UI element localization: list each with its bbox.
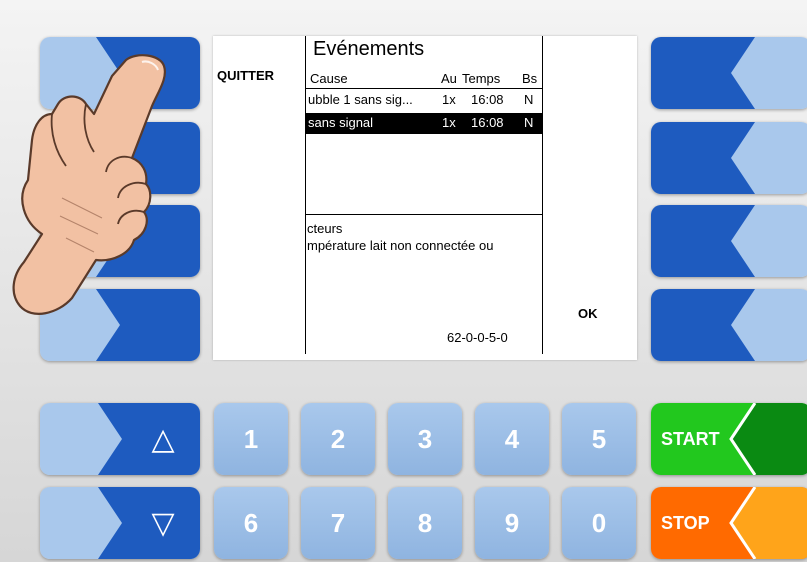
row-time: 16:08 bbox=[471, 115, 504, 130]
detail-separator bbox=[305, 214, 543, 215]
digit-key-2[interactable]: 2 bbox=[301, 403, 375, 475]
quit-softkey-label[interactable]: QUITTER bbox=[217, 68, 274, 83]
column-header-cause: Cause bbox=[310, 71, 348, 86]
table-row[interactable]: ubble 1 sans sig... 1x 16:08 N bbox=[306, 91, 542, 110]
row-time: 16:08 bbox=[471, 92, 504, 107]
stop-button[interactable]: STOP bbox=[651, 487, 807, 559]
row-cause: sans signal bbox=[308, 115, 374, 130]
right-softkey-4[interactable] bbox=[651, 289, 807, 361]
column-header-bs: Bs bbox=[522, 71, 538, 86]
row-cause: ubble 1 sans sig... bbox=[308, 92, 413, 107]
digit-key-5[interactable]: 5 bbox=[562, 403, 636, 475]
row-bs: N bbox=[524, 92, 534, 107]
stop-label: STOP bbox=[661, 512, 710, 533]
right-divider bbox=[542, 36, 543, 354]
right-softkey-3[interactable] bbox=[651, 205, 807, 277]
right-softkey-1[interactable] bbox=[651, 37, 807, 109]
right-softkey-2[interactable] bbox=[651, 122, 807, 194]
down-triangle-icon: ▽ bbox=[151, 506, 175, 540]
row-count: 1x bbox=[442, 115, 456, 130]
digit-key-9[interactable]: 9 bbox=[475, 487, 549, 559]
detail-line-2: mpérature lait non connectée ou bbox=[307, 238, 494, 253]
up-triangle-icon: △ bbox=[151, 422, 175, 456]
digit-key-7[interactable]: 7 bbox=[301, 487, 375, 559]
down-arrow-key[interactable]: ▽ bbox=[40, 487, 200, 559]
digit-key-8[interactable]: 8 bbox=[388, 487, 462, 559]
digit-key-0[interactable]: 0 bbox=[562, 487, 636, 559]
digit-key-6[interactable]: 6 bbox=[214, 487, 288, 559]
pointing-hand-icon bbox=[12, 54, 166, 315]
ok-softkey-label[interactable]: OK bbox=[578, 306, 598, 321]
page-title: Evénements bbox=[313, 38, 425, 60]
event-code: 62-0-0-5-0 bbox=[447, 330, 508, 345]
start-label: START bbox=[661, 428, 720, 449]
row-bs: N bbox=[524, 115, 534, 130]
display-screen: QUITTER Evénements Cause Au Temps Bs ubb… bbox=[213, 36, 637, 360]
up-arrow-key[interactable]: △ bbox=[40, 403, 200, 475]
start-button[interactable]: START bbox=[651, 403, 807, 475]
left-divider bbox=[305, 36, 306, 354]
column-header-time: Temps bbox=[462, 71, 501, 86]
detail-line-1: cteurs bbox=[307, 221, 343, 236]
digit-key-4[interactable]: 4 bbox=[475, 403, 549, 475]
digit-key-3[interactable]: 3 bbox=[388, 403, 462, 475]
digit-key-1[interactable]: 1 bbox=[214, 403, 288, 475]
header-separator bbox=[305, 88, 543, 89]
row-count: 1x bbox=[442, 92, 456, 107]
column-header-count: Au bbox=[441, 71, 457, 86]
table-row-selected[interactable]: sans signal 1x 16:08 N bbox=[306, 113, 542, 134]
